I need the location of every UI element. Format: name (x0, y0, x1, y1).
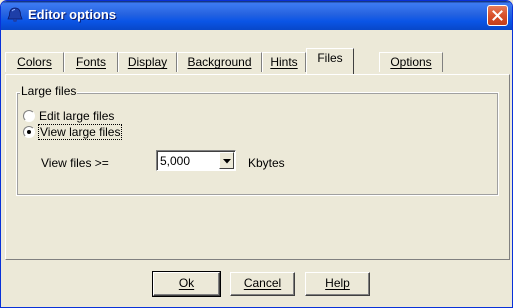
large-files-group-title: Large files (20, 84, 78, 98)
radio-checked-icon[interactable] (23, 126, 35, 138)
tab-options-label: Options (390, 55, 432, 69)
cancel-button[interactable]: Cancel (230, 272, 295, 296)
close-icon (492, 10, 503, 21)
tab-options[interactable]: Options (379, 52, 443, 72)
ok-button-label: Ok (178, 276, 195, 290)
tab-hints-label: Hints (270, 55, 298, 69)
tab-fonts-label: Fonts (75, 55, 106, 69)
editor-options-window: Editor options Colors Fonts Display Back… (0, 0, 513, 308)
tab-display[interactable]: Display (118, 52, 177, 72)
view-files-size-value: 5,000 (160, 154, 191, 168)
tab-strip: Colors Fonts Display Background Hints Fi… (5, 48, 510, 74)
view-large-files-radio[interactable]: View large files (23, 124, 123, 140)
view-large-files-label: View large files (37, 124, 123, 140)
bell-app-icon (6, 7, 24, 24)
help-button-label: Help (325, 276, 350, 290)
title-bar[interactable]: Editor options (1, 1, 512, 30)
edit-large-files-radio[interactable]: Edit large files (23, 108, 114, 124)
help-button[interactable]: Help (305, 272, 370, 296)
tab-background-label: Background (187, 55, 252, 69)
view-files-threshold-label: View files >= (41, 156, 109, 170)
tab-background[interactable]: Background (177, 52, 262, 72)
kbytes-unit-label: Kbytes (248, 156, 285, 170)
cancel-button-label: Cancel (243, 276, 282, 290)
close-button[interactable] (487, 5, 508, 26)
tab-colors[interactable]: Colors (5, 52, 64, 72)
window-title: Editor options (28, 7, 117, 22)
tab-display-label: Display (127, 55, 168, 69)
view-files-size-select[interactable]: 5,000 (156, 150, 236, 171)
dropdown-button[interactable] (219, 152, 234, 169)
edit-large-files-label: Edit large files (39, 109, 115, 123)
radio-unchecked-icon[interactable] (23, 110, 35, 122)
tab-files[interactable]: Files (306, 48, 354, 74)
tab-files-label: Files (317, 51, 343, 65)
ok-button[interactable]: Ok (152, 271, 221, 297)
tab-hints[interactable]: Hints (262, 52, 306, 72)
chevron-down-icon (223, 159, 231, 164)
tab-colors-label: Colors (17, 55, 52, 69)
tab-fonts[interactable]: Fonts (64, 52, 118, 72)
